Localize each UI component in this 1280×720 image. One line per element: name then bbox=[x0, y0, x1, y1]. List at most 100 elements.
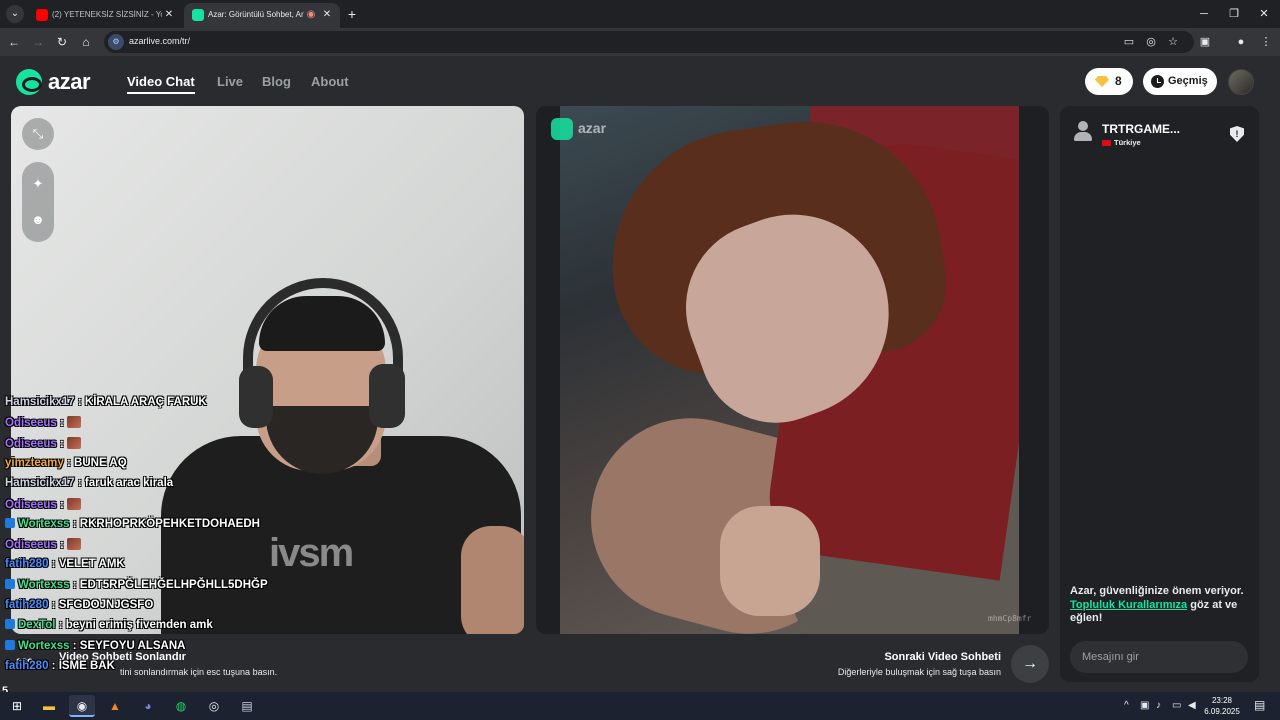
tab-search-button[interactable]: ⌄ bbox=[6, 5, 24, 23]
nav-live[interactable]: Live bbox=[217, 74, 243, 89]
partner-country: Türkiye bbox=[1102, 138, 1141, 147]
gem-icon bbox=[1095, 76, 1109, 87]
restore-button[interactable]: ❐ bbox=[1224, 6, 1244, 22]
taskbar-date: 6.09.2025 bbox=[1204, 707, 1240, 716]
azar-watermark-text: azar bbox=[578, 120, 607, 136]
minimize-button[interactable]: ─ bbox=[1194, 6, 1214, 22]
site-info-icon[interactable]: ⚙ bbox=[108, 34, 124, 50]
nav-blog[interactable]: Blog bbox=[262, 74, 291, 89]
headphone-cup-right bbox=[369, 364, 405, 428]
close-window-button[interactable]: ✕ bbox=[1254, 6, 1274, 22]
history-button[interactable]: Geçmiş bbox=[1143, 68, 1217, 95]
stream-chat-user: DexTol bbox=[18, 619, 56, 632]
tray-chevron-icon[interactable]: ^ bbox=[1124, 700, 1129, 711]
discord-icon[interactable]: ◕ bbox=[135, 695, 161, 717]
stream-chat-line: fatih280 : SFGDOJNJGSFO bbox=[5, 599, 153, 617]
history-label: Geçmiş bbox=[1168, 75, 1208, 87]
forward-icon[interactable]: → bbox=[30, 34, 46, 50]
youtube-icon bbox=[36, 9, 48, 21]
volume-icon[interactable]: ◀ bbox=[1188, 700, 1196, 711]
webcam-person: ivsm bbox=[11, 106, 524, 634]
address-bar[interactable]: ⚙ azarlive.com/tr/ bbox=[104, 31, 1194, 53]
browser-menu-icon[interactable]: ⋮ bbox=[1258, 34, 1274, 50]
stream-chat-user: Odiseeus bbox=[5, 417, 57, 430]
remote-video: azar mhmCp8mfr bbox=[536, 106, 1049, 634]
stream-chat-line: Odiseeus : bbox=[5, 416, 82, 434]
safety-notice: Azar, güvenliğinize önem veriyor. Toplul… bbox=[1070, 585, 1252, 626]
close-icon[interactable]: ✕ bbox=[162, 8, 176, 22]
stream-chat-text: : KİRALA ARAÇ FARUK bbox=[77, 396, 207, 408]
message-input[interactable] bbox=[1070, 641, 1248, 673]
taskbar-clock[interactable]: 23:28 6.09.2025 bbox=[1202, 695, 1242, 717]
safety-text: Azar, güvenliğinize önem veriyor. bbox=[1070, 585, 1244, 597]
eye-off-icon[interactable]: ◎ bbox=[1143, 34, 1159, 50]
profile-icon[interactable]: ● bbox=[1233, 34, 1249, 50]
extensions-icon[interactable]: ▣ bbox=[1197, 34, 1213, 50]
stream-chat-user: Hamsicikx17 bbox=[5, 396, 75, 408]
close-icon[interactable]: ✕ bbox=[320, 8, 334, 22]
user-avatar[interactable] bbox=[1228, 69, 1254, 95]
effects-toolbar: ✦ ☻ bbox=[22, 162, 54, 242]
local-video: ivsm ⤡ ✦ ☻ bbox=[11, 106, 524, 634]
clock-icon bbox=[1151, 75, 1164, 88]
vlc-icon[interactable]: ▲ bbox=[102, 695, 128, 717]
stream-chat-user: fatih280 bbox=[5, 659, 49, 672]
stream-chat-line: fatih280 : İSME BAK bbox=[5, 660, 115, 678]
stream-chat-line: Odiseeus : bbox=[5, 436, 82, 455]
next-chat-button[interactable]: → bbox=[1011, 645, 1049, 683]
windows-start-icon[interactable]: ⊞ bbox=[4, 695, 30, 717]
azar-logo-icon bbox=[16, 69, 42, 95]
nav-active-indicator bbox=[127, 92, 195, 94]
report-icon[interactable]: ! bbox=[1230, 126, 1244, 142]
url-text: azarlive.com/tr/ bbox=[129, 36, 191, 46]
stream-chat-user: Odiseeus bbox=[5, 437, 57, 450]
stream-chat-text: : bbox=[59, 539, 64, 552]
stream-chat-user: Wortexss bbox=[18, 639, 70, 652]
azar-favicon-icon bbox=[192, 9, 204, 21]
arm bbox=[461, 526, 524, 634]
stream-chat-line: yimzteamy : BUNE AQ bbox=[5, 457, 127, 475]
stream-chat-text: : EDT5RPĞLEHĞELHPĞHLL5DHĞP bbox=[72, 578, 268, 591]
community-rules-link[interactable]: Topluluk Kurallarımıza bbox=[1070, 599, 1187, 611]
stream-chat-user: fatih280 bbox=[5, 558, 49, 571]
reload-icon[interactable]: ↻ bbox=[54, 34, 70, 50]
tab-title: Azar: Görüntülü Sohbet, Ar bbox=[208, 10, 304, 19]
partner-name[interactable]: TRTRGAME... bbox=[1102, 122, 1180, 136]
shirt-logo: ivsm bbox=[269, 531, 354, 575]
headphone-cup-left bbox=[239, 366, 273, 428]
next-chat-title[interactable]: Sonraki Video Sohbeti bbox=[884, 651, 1001, 663]
tab-youtube[interactable]: (2) YETENEKSİZ SİZSİNİZ - YouT ✕ bbox=[28, 3, 182, 28]
notification-icon[interactable]: ▤ bbox=[1254, 698, 1265, 712]
gem-balance-button[interactable]: 8 bbox=[1085, 68, 1133, 95]
obs-icon[interactable]: ◎ bbox=[201, 695, 227, 717]
stream-chat-line: Wortexss : RKRHOPRKÖPEHKETDOHAEDH bbox=[5, 517, 260, 536]
microphone-icon[interactable]: ♪ bbox=[1156, 700, 1161, 711]
app-window-icon[interactable]: ▤ bbox=[234, 695, 260, 717]
swap-view-button[interactable]: ⤡ bbox=[22, 118, 54, 150]
cast-icon[interactable]: ▭ bbox=[1121, 34, 1137, 50]
spotify-icon[interactable]: ◍ bbox=[168, 695, 194, 717]
tray-app-icon[interactable]: ▣ bbox=[1140, 700, 1149, 711]
face-mask-icon[interactable]: ☻ bbox=[22, 204, 54, 236]
new-tab-button[interactable]: + bbox=[344, 6, 360, 22]
video-watermark: mhmCp8mfr bbox=[988, 614, 1032, 623]
stream-chat-line: Odiseeus : bbox=[5, 497, 82, 516]
chat-emote-icon bbox=[67, 497, 82, 510]
network-icon[interactable]: ▭ bbox=[1172, 700, 1181, 711]
chrome-icon[interactable]: ◉ bbox=[69, 695, 95, 717]
file-explorer-icon[interactable]: ▬ bbox=[36, 695, 62, 717]
stream-chat-text: : bbox=[59, 417, 64, 430]
chat-badge-icon bbox=[5, 517, 15, 528]
nav-video-chat[interactable]: Video Chat bbox=[127, 74, 195, 89]
sparkle-effects-icon[interactable]: ✦ bbox=[22, 168, 54, 200]
stream-chat-text: : bbox=[59, 437, 64, 450]
tab-azar[interactable]: Azar: Görüntülü Sohbet, Ar ◉ ✕ bbox=[184, 3, 340, 28]
bookmark-star-icon[interactable]: ☆ bbox=[1165, 34, 1181, 50]
chat-emote-icon bbox=[67, 436, 82, 449]
stream-chat-text: : faruk arac kirala bbox=[77, 477, 174, 490]
nav-about[interactable]: About bbox=[311, 74, 349, 89]
back-icon[interactable]: ← bbox=[6, 34, 22, 50]
home-icon[interactable]: ⌂ bbox=[78, 34, 94, 50]
chat-emote-icon bbox=[67, 538, 82, 551]
partner-country-label: Türkiye bbox=[1114, 138, 1141, 147]
